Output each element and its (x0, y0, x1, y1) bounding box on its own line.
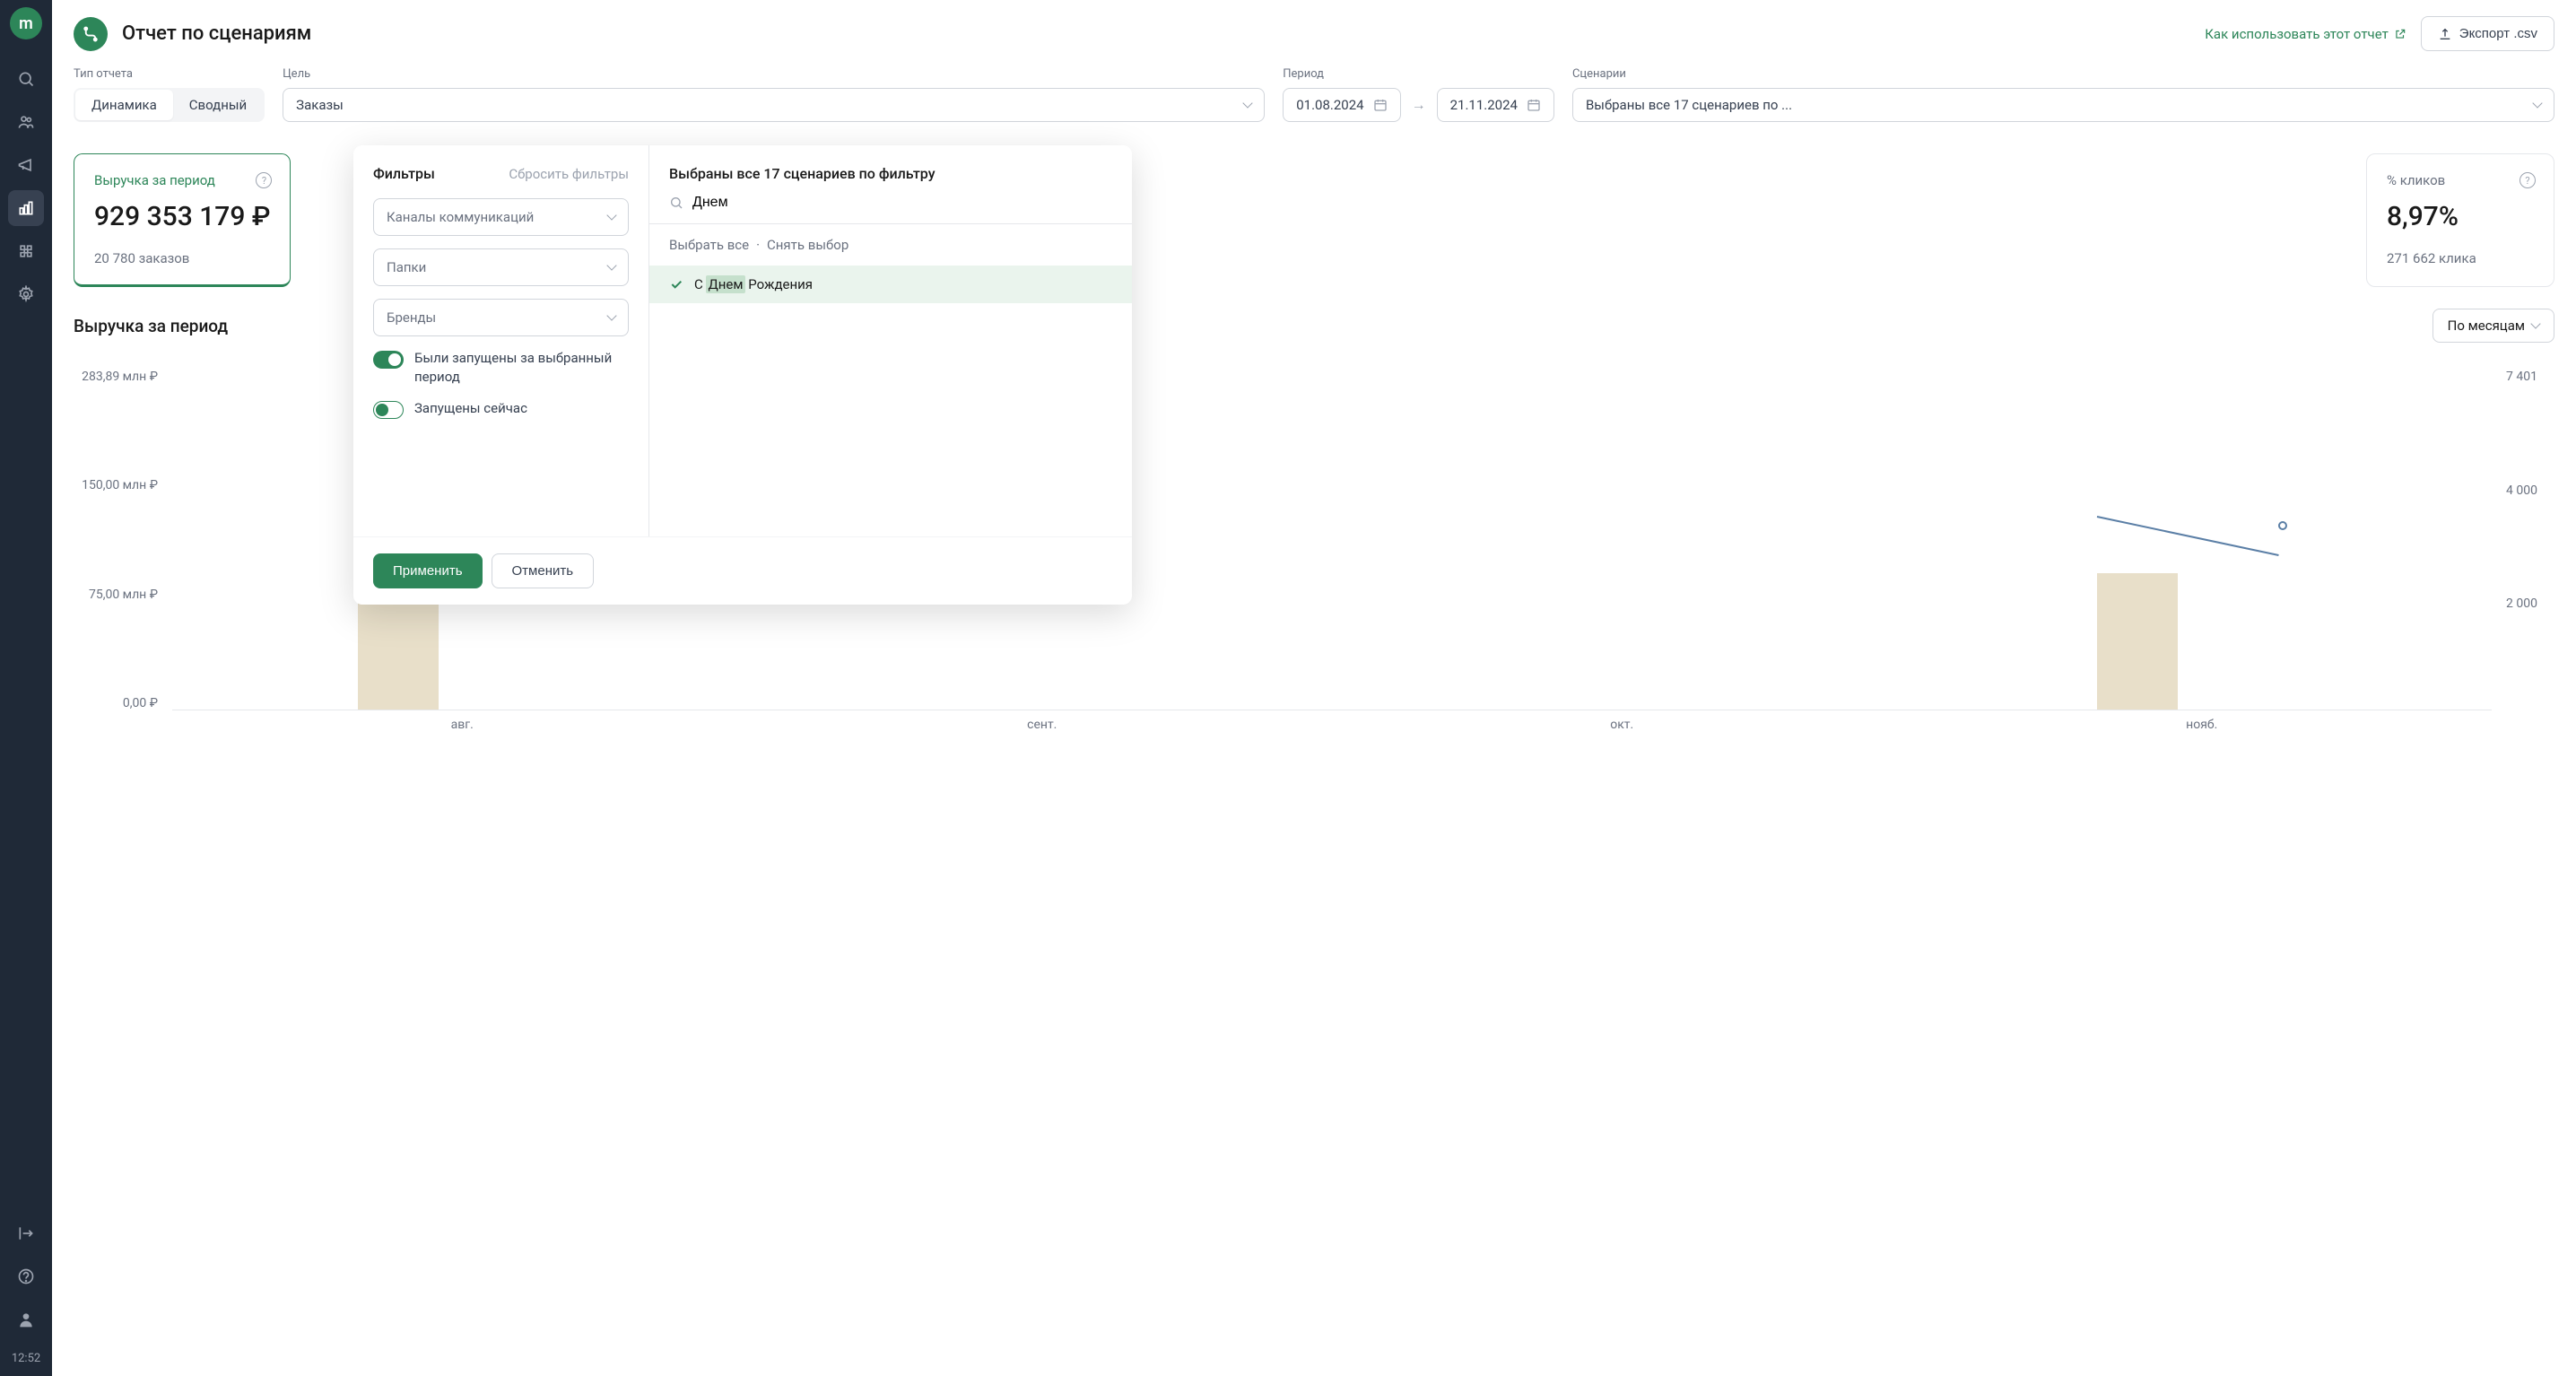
filters-pane-title: Фильтры (373, 165, 435, 182)
sidebar: m 12:52 (0, 0, 52, 1376)
date-from-input[interactable]: 01.08.2024 (1283, 88, 1400, 122)
nav-campaigns[interactable] (8, 147, 44, 183)
arrow-right-icon: → (1412, 96, 1426, 114)
users-icon (17, 113, 35, 131)
card-clicks-title: % кликов (2387, 172, 2534, 188)
nav-reports[interactable] (8, 190, 44, 226)
nav-profile[interactable] (8, 1302, 44, 1337)
search-icon (17, 70, 35, 88)
card-revenue[interactable]: Выручка за период ? 929 353 179 ₽ 20 780… (74, 153, 291, 287)
y-axis-left: 283,89 млн ₽ 150,00 млн ₽ 75,00 млн ₽ 0,… (74, 370, 172, 710)
toggle-running-now[interactable] (373, 401, 404, 419)
puzzle-icon (17, 242, 35, 260)
scenario-icon (83, 26, 99, 42)
search-highlight: Днем (706, 275, 744, 293)
help-icon (17, 1267, 35, 1285)
report-icon (74, 17, 108, 51)
chart-bar-nov (2097, 573, 2178, 710)
report-type-label: Тип отчета (74, 67, 265, 81)
nav-integrations[interactable] (8, 233, 44, 269)
page-title: Отчет по сценариям (122, 22, 2190, 45)
gear-icon (17, 285, 35, 303)
app-logo[interactable]: m (10, 7, 42, 39)
nav-search[interactable] (8, 61, 44, 97)
chart-line-segment (2097, 516, 2279, 556)
chevron-down-icon (2530, 318, 2540, 328)
chevron-down-icon (606, 260, 616, 270)
tab-summary[interactable]: Сводный (173, 90, 263, 120)
chart-title: Выручка за период (74, 316, 228, 336)
report-type-tabs: Динамика Сводный (74, 88, 265, 122)
dropdown-filters-pane: Фильтры Сбросить фильтры Каналы коммуник… (353, 145, 649, 536)
goal-select[interactable]: Заказы (283, 88, 1265, 122)
help-link[interactable]: Как использовать этот отчет (2205, 26, 2406, 42)
scenarios-label: Сценарии (1572, 67, 2554, 81)
page-header: Отчет по сценариям Как использовать этот… (52, 0, 2576, 67)
card-revenue-title: Выручка за период (94, 172, 270, 188)
period-label: Период (1283, 67, 1554, 81)
chart-icon (17, 199, 35, 217)
card-clicks-sub: 271 662 клика (2387, 250, 2534, 266)
filters-row: Тип отчета Динамика Сводный Цель Заказы … (52, 67, 2576, 136)
scenario-result-item[interactable]: С Днем Рождения (649, 266, 1132, 303)
x-axis: авг. сент. окт. нояб. (74, 710, 2554, 732)
folders-select[interactable]: Папки (373, 248, 629, 286)
upload-icon (2438, 27, 2452, 41)
nav-users[interactable] (8, 104, 44, 140)
scenarios-dropdown: Фильтры Сбросить фильтры Каналы коммуник… (353, 145, 1132, 605)
apply-button[interactable]: Применить (373, 553, 483, 588)
goal-label: Цель (283, 67, 1265, 81)
toggle-running-now-label: Запущены сейчас (414, 399, 527, 418)
check-icon (669, 277, 683, 292)
card-revenue-value: 929 353 179 ₽ (94, 201, 270, 232)
date-to-input[interactable]: 21.11.2024 (1437, 88, 1554, 122)
channels-select[interactable]: Каналы коммуникаций (373, 198, 629, 236)
nav-settings[interactable] (8, 276, 44, 312)
megaphone-icon (17, 156, 35, 174)
toggle-launched-period-label: Были запущены за выбранный период (414, 349, 629, 387)
user-icon (17, 1311, 35, 1328)
brands-select[interactable]: Бренды (373, 299, 629, 336)
reset-filters-link[interactable]: Сбросить фильтры (509, 166, 629, 182)
deselect-all-link[interactable]: Снять выбор (767, 237, 849, 253)
external-link-icon (2394, 28, 2406, 40)
logout-icon (17, 1224, 35, 1242)
chart-line-point (2278, 521, 2287, 530)
nav-logout[interactable] (8, 1215, 44, 1251)
card-clicks-value: 8,97% (2387, 201, 2534, 232)
toggle-launched-period[interactable] (373, 351, 404, 369)
calendar-icon (1373, 98, 1388, 112)
search-icon (669, 196, 683, 210)
nav-help[interactable] (8, 1258, 44, 1294)
card-revenue-sub: 20 780 заказов (94, 250, 270, 266)
chevron-down-icon (606, 310, 616, 320)
results-pane-title: Выбраны все 17 сценариев по фильтру (649, 145, 1132, 195)
dropdown-results-pane: Выбраны все 17 сценариев по фильтру Выбр… (649, 145, 1132, 536)
granularity-select[interactable]: По месяцам (2432, 309, 2554, 343)
chevron-down-icon (1243, 98, 1253, 108)
select-all-link[interactable]: Выбрать все (669, 237, 749, 253)
card-clicks[interactable]: % кликов ? 8,97% 271 662 клика (2366, 153, 2554, 287)
chevron-down-icon (2532, 98, 2542, 108)
tab-dynamics[interactable]: Динамика (75, 90, 173, 120)
sidebar-time: 12:52 (12, 1345, 40, 1376)
scenarios-select[interactable]: Выбраны все 17 сценариев по ... (1572, 88, 2554, 122)
scenario-search-input[interactable] (692, 195, 1112, 211)
info-icon[interactable]: ? (2519, 172, 2536, 188)
chevron-down-icon (606, 210, 616, 220)
export-button[interactable]: Экспорт .csv (2421, 16, 2554, 51)
calendar-icon (1527, 98, 1541, 112)
y-axis-right: 7 401 4 000 2 000 (2492, 370, 2554, 710)
cancel-button[interactable]: Отменить (492, 553, 595, 588)
